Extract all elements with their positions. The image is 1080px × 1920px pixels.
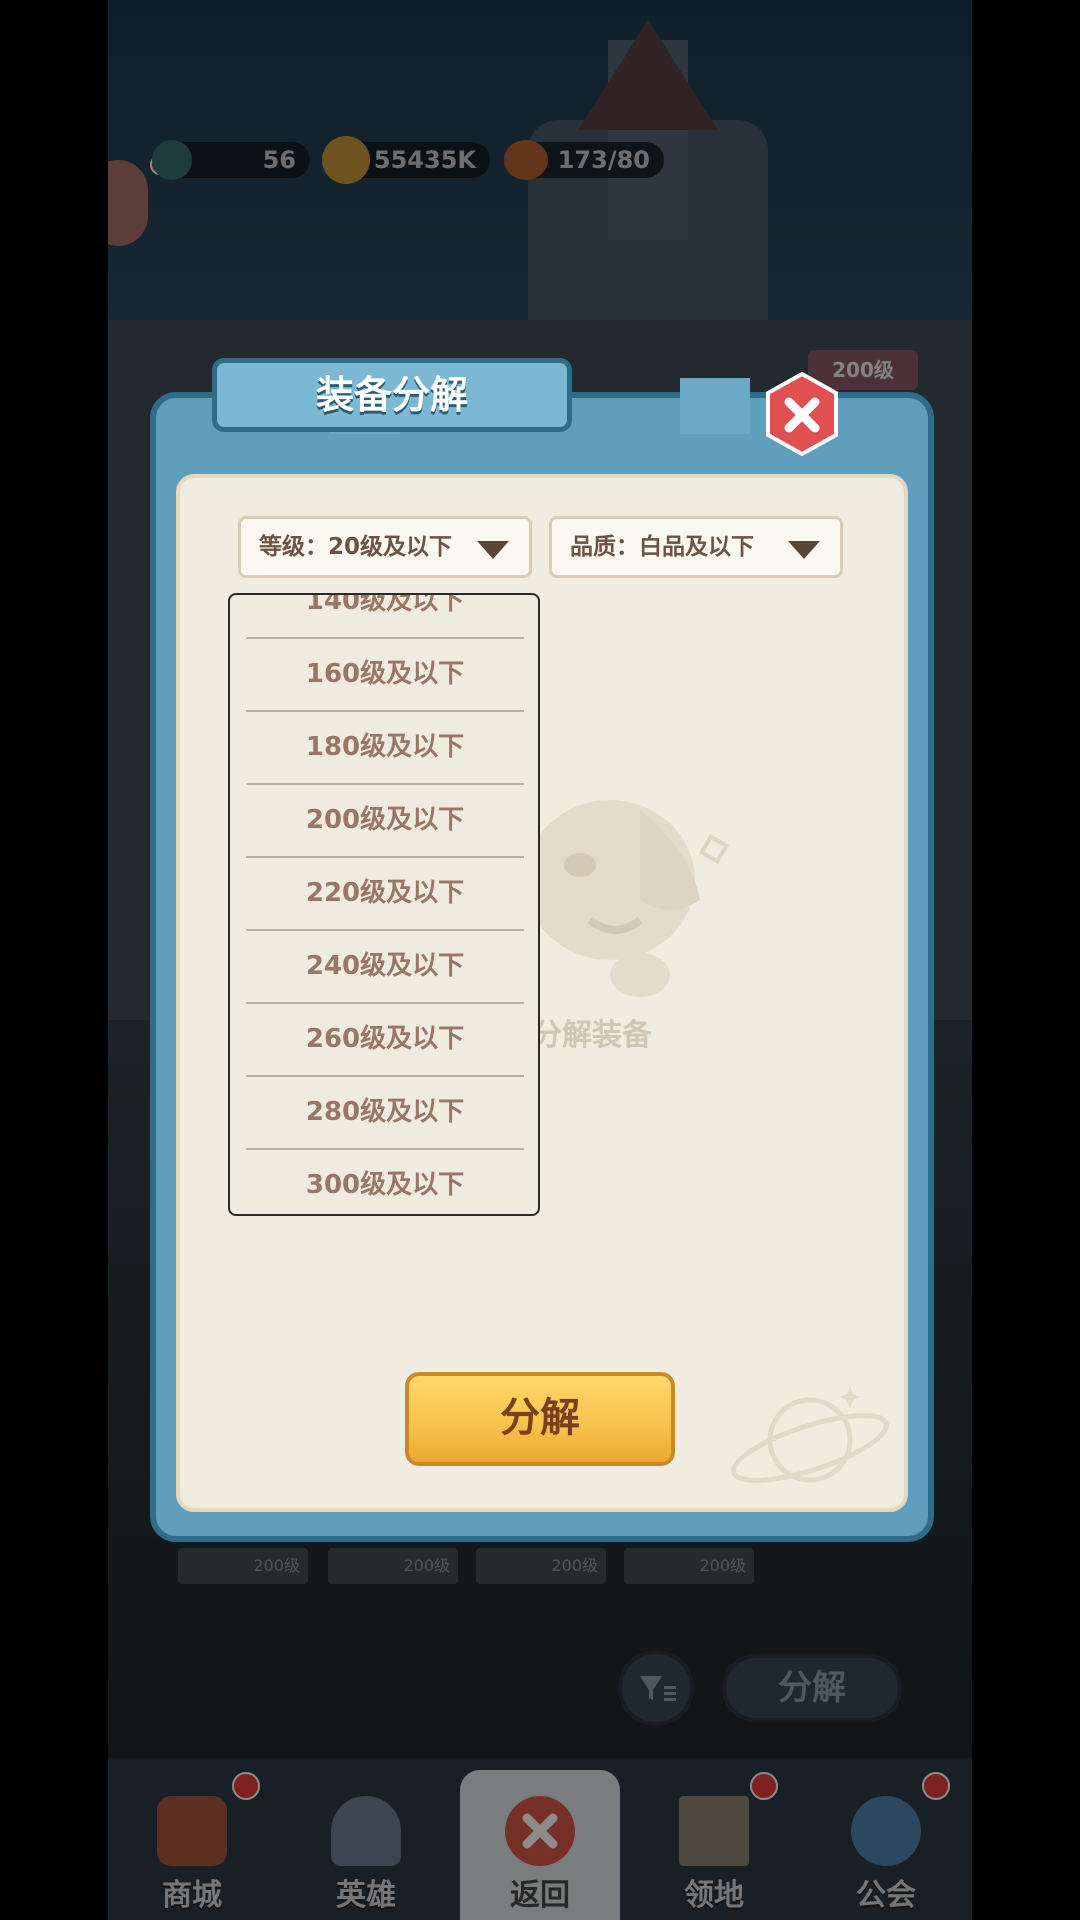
dialog-title-banner: 装备分解 [212, 358, 572, 432]
level-option[interactable]: 260级及以下 [246, 1003, 524, 1076]
quality-filter-dropdown[interactable]: 品质：白品及以下 [549, 516, 843, 578]
close-icon [766, 371, 838, 457]
planet-watermark-icon [731, 1386, 889, 1483]
dialog-title: 装备分解 [315, 373, 468, 417]
close-button[interactable] [764, 371, 840, 457]
decompose-button[interactable]: 分解 [405, 1372, 675, 1466]
level-option[interactable]: 160级及以下 [246, 638, 524, 711]
decompose-button-label: 分解 [500, 1395, 580, 1441]
level-option[interactable]: 300级及以下 [246, 1149, 524, 1214]
level-option[interactable]: 280级及以下 [246, 1076, 524, 1149]
level-option[interactable]: 220级及以下 [246, 857, 524, 930]
level-filter-value: 等级：20级及以下 [259, 534, 453, 560]
level-option[interactable]: 140级及以下 [246, 595, 524, 638]
ribbon-tail-right [680, 378, 750, 434]
level-option[interactable]: 240级及以下 [246, 930, 524, 1003]
level-option[interactable]: 200级及以下 [246, 784, 524, 857]
quality-filter-value: 品质：白品及以下 [570, 534, 754, 560]
empty-state-mascot-icon [525, 800, 730, 997]
chevron-down-icon [788, 541, 820, 559]
chevron-down-icon [477, 541, 509, 559]
level-filter-dropdown[interactable]: 等级：20级及以下 [238, 516, 532, 578]
empty-state-text: 分解装备 [532, 1018, 652, 1053]
level-options-list: 140级及以下 160级及以下 180级及以下 200级及以下 220级及以下 240级及… [228, 593, 540, 1216]
level-option[interactable]: 180级及以下 [246, 711, 524, 784]
